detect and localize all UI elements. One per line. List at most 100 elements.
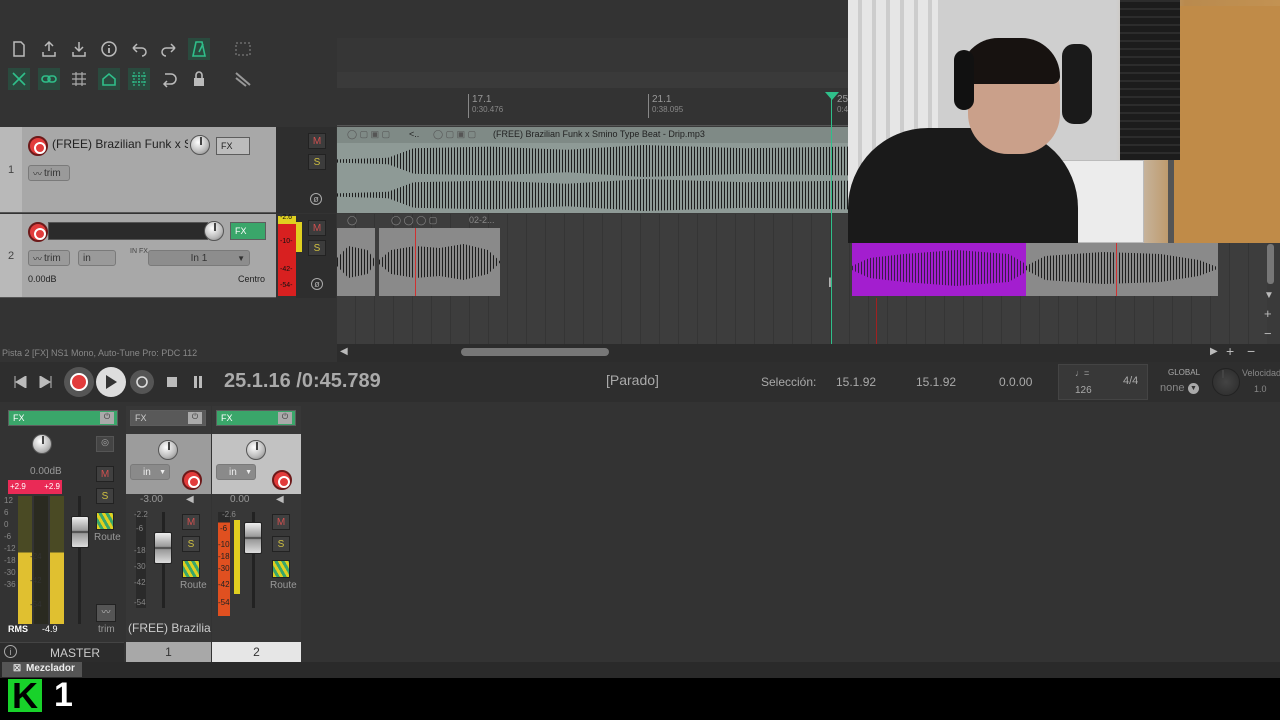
strip-1-number[interactable]: 1 <box>126 642 211 662</box>
strip-fader[interactable] <box>244 522 262 554</box>
trim-button[interactable]: 〰 trim <box>28 250 70 266</box>
redo-icon[interactable] <box>158 38 180 60</box>
volume-knob[interactable] <box>190 135 210 155</box>
empty-lane[interactable] <box>337 298 1267 344</box>
horizontal-scrollbar-thumb[interactable] <box>461 348 609 356</box>
group-icon[interactable] <box>98 68 120 90</box>
selection-start[interactable]: 15.1.92 <box>836 375 876 389</box>
solo-button[interactable]: S <box>182 536 200 552</box>
zoom-out-icon[interactable]: − <box>1247 343 1255 359</box>
route-icon[interactable] <box>96 512 114 530</box>
input-select[interactable]: In 1 ▼ <box>148 250 250 266</box>
route-icon[interactable] <box>182 560 200 578</box>
info-icon[interactable]: i <box>4 645 17 658</box>
scroll-down-icon[interactable]: ▼ <box>1264 290 1274 301</box>
global-automation[interactable]: GLOBAL none ▼ <box>1152 364 1206 400</box>
mute-button[interactable]: M <box>308 133 326 149</box>
route-icon[interactable] <box>272 560 290 578</box>
snap-grid-icon[interactable] <box>68 68 90 90</box>
input-mode-button[interactable]: in ▼ <box>216 464 256 480</box>
pan-knob[interactable] <box>158 440 178 460</box>
fx-button[interactable]: FX <box>216 137 250 155</box>
phase-icon[interactable]: ø <box>311 278 323 290</box>
record-arm-button[interactable] <box>272 470 292 490</box>
record-button[interactable] <box>64 367 94 397</box>
scroll-left-icon[interactable]: ◀ <box>340 346 348 357</box>
zoom-out-icon[interactable]: − <box>1264 326 1272 341</box>
fx-button[interactable]: FX ⏻ <box>216 410 296 426</box>
go-to-start-button[interactable] <box>8 370 32 394</box>
media-item-track2-b[interactable] <box>379 228 500 296</box>
loop-icon[interactable] <box>158 68 180 90</box>
pan-knob[interactable] <box>246 440 266 460</box>
master-name-bar[interactable]: i MASTER <box>0 642 124 662</box>
selection-end[interactable]: 15.1.92 <box>916 375 956 389</box>
zoom-in-icon[interactable]: + <box>1226 343 1234 359</box>
strip-name[interactable]: (FREE) Brazilia <box>128 621 212 635</box>
play-button[interactable] <box>96 367 126 397</box>
volume-knob[interactable] <box>204 221 224 241</box>
vertical-scrollbar[interactable] <box>1267 244 1274 284</box>
speaker-icon[interactable]: ◀ <box>276 494 284 505</box>
media-item-track2-selected[interactable] <box>852 242 1026 296</box>
record-arm-button[interactable] <box>182 470 202 490</box>
record-arm-button[interactable] <box>28 136 48 156</box>
fx-button[interactable]: FX <box>230 222 266 240</box>
track-name[interactable]: (FREE) Brazilian Funk x S <box>52 137 188 151</box>
strip-fader[interactable] <box>154 532 172 564</box>
trim-label[interactable]: trim <box>98 624 115 635</box>
phase-icon[interactable]: ø <box>310 193 322 205</box>
master-fader[interactable] <box>71 516 89 548</box>
import-icon[interactable] <box>68 38 90 60</box>
pause-button[interactable] <box>186 370 210 394</box>
fx-button[interactable]: FX ⏻ <box>8 410 118 426</box>
mute-button[interactable]: M <box>182 514 200 530</box>
position-readout[interactable]: 25.1.16 /0:45.789 <box>224 370 381 393</box>
grid-lines-icon[interactable] <box>128 68 150 90</box>
trim-icon[interactable]: 〰 <box>96 604 116 622</box>
media-item-track2-c[interactable] <box>1026 242 1218 296</box>
solo-button[interactable]: S <box>308 240 326 256</box>
route-label[interactable]: Route <box>180 580 207 591</box>
zoom-in-icon[interactable]: + <box>1264 306 1272 321</box>
selection-length[interactable]: 0.0.00 <box>999 375 1032 389</box>
mute-button[interactable]: M <box>272 514 290 530</box>
mute-button[interactable]: M <box>308 220 326 236</box>
metronome-icon[interactable] <box>188 38 210 60</box>
solo-button[interactable]: S <box>272 536 290 552</box>
close-icon[interactable]: ☒ <box>13 663 21 674</box>
strip-2-number[interactable]: 2 <box>212 642 301 662</box>
track-name-field[interactable] <box>48 222 208 240</box>
save-icon[interactable] <box>38 38 60 60</box>
lock-icon[interactable] <box>188 68 210 90</box>
pan-knob[interactable] <box>32 434 52 454</box>
loop-button[interactable] <box>130 370 154 394</box>
go-to-end-button[interactable] <box>34 370 58 394</box>
trim-button[interactable]: 〰 trim <box>28 165 70 181</box>
track-control-panel-2[interactable]: 2 ◀ FX 〰trim in IN FX In 1 ▼ 0.00dB Cent… <box>0 214 276 298</box>
route-label[interactable]: Route <box>270 580 297 591</box>
edit-cursor-head[interactable] <box>825 92 839 100</box>
grid-toggle-icon[interactable] <box>232 38 254 60</box>
solo-button[interactable]: S <box>96 488 114 504</box>
playrate-knob[interactable] <box>1212 368 1240 396</box>
input-mode-button[interactable]: in <box>78 250 116 266</box>
edit-cursor[interactable] <box>831 92 832 344</box>
speaker-icon[interactable]: ◀ <box>186 494 194 505</box>
media-item-track2-a[interactable] <box>337 228 375 296</box>
route-label[interactable]: Route <box>94 532 121 543</box>
link-icon[interactable] <box>38 68 60 90</box>
ripple-edit-icon[interactable] <box>8 68 30 90</box>
input-mode-button[interactable]: in ▼ <box>130 464 170 480</box>
mute-button[interactable]: M <box>96 466 114 482</box>
info-icon[interactable] <box>98 38 120 60</box>
fx-button[interactable]: FX ⏻ <box>130 410 206 426</box>
track-control-panel-1[interactable]: 1 (FREE) Brazilian Funk x S FX 〰 trim <box>0 127 276 213</box>
tempo-box[interactable]: ♩= 126 4/4 <box>1058 364 1148 400</box>
undo-icon[interactable] <box>128 38 150 60</box>
media-item-track1[interactable]: ◯ ▢ ▣ ▢ <.. ◯ ▢ ▣ ▢ (FREE) Brazilian Fun… <box>337 127 848 213</box>
scroll-right-icon[interactable]: ▶ <box>1210 346 1218 357</box>
solo-button[interactable]: S <box>308 154 326 170</box>
record-arm-button[interactable] <box>28 222 48 242</box>
new-file-icon[interactable] <box>8 38 30 60</box>
